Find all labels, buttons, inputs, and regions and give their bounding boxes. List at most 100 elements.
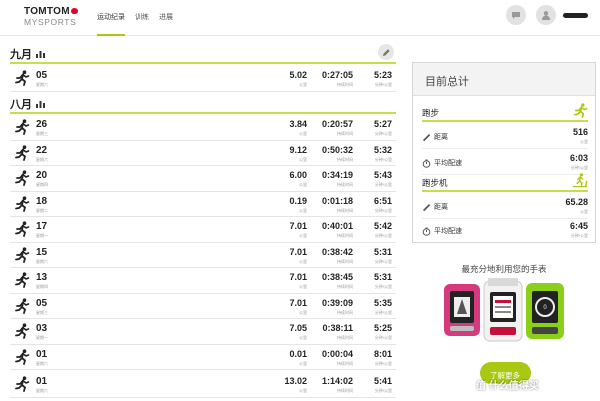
activity-duration: 1:14:02: [321, 376, 353, 386]
running-pace-stat: 平均配速 6:03 分钟/公里: [422, 149, 588, 175]
nav-tab-training[interactable]: 训练: [135, 0, 149, 36]
distance-unit: 公里: [299, 131, 307, 136]
activity-row[interactable]: 03 星期一 7.05 公里 0:38:11 持续时间 5:25 分钟/公里: [10, 319, 396, 345]
pace-unit: 分钟/公里: [374, 388, 392, 393]
bar-chart-icon[interactable]: [36, 50, 45, 58]
activity-day: 15: [36, 246, 48, 258]
activity-weekday: 星期六: [36, 388, 48, 393]
messages-button[interactable]: [506, 5, 526, 25]
section-divider: [422, 120, 588, 122]
running-section-label: 跑步: [422, 108, 440, 118]
activity-day: 05: [36, 297, 48, 309]
distance-unit: 公里: [299, 309, 307, 315]
running-icon: [15, 323, 30, 339]
bar-chart-icon[interactable]: [36, 100, 45, 108]
activity-row[interactable]: 26 星期三 3.84 公里 0:20:57 持续时间 5:27 分钟/公里: [10, 115, 396, 141]
ruler-icon: [423, 133, 431, 141]
activity-duration: 0:00:04: [321, 348, 353, 359]
activity-row[interactable]: 17 星期一 7.01 公里 0:40:01 持续时间 5:42 分钟/公里: [10, 217, 396, 243]
activity-row[interactable]: 01 星期六 13.02 公里 1:14:02 持续时间 5:41 分钟/公里: [10, 372, 396, 398]
activity-distance: 7.01: [289, 246, 307, 257]
activity-row[interactable]: 15 星期六 7.01 公里 0:38:42 持续时间 5:31 分钟/公里: [10, 243, 396, 268]
activity-duration: 0:38:11: [322, 323, 353, 333]
activity-pace: 5:27: [373, 119, 392, 129]
pace-unit: 分钟/公里: [374, 309, 392, 315]
activity-duration: 0:34:19: [321, 170, 353, 180]
activity-distance: 13.02: [284, 376, 307, 386]
activity-pace: 5:35: [373, 297, 392, 308]
activity-row[interactable]: 20 星期四 6.00 公里 0:34:19 持续时间 5:43 分钟/公里: [10, 166, 396, 192]
duration-unit: 持续时间: [337, 207, 353, 213]
totals-panel: 目前总计 跑步 距离 516 公里 平均配速 6:03 分钟/公里 跑步机 距离…: [412, 62, 596, 243]
activity-weekday: 星期六: [36, 360, 48, 366]
distance-unit: 公里: [299, 335, 307, 340]
running-icon: [15, 144, 30, 161]
distance-unit: 公里: [299, 207, 307, 213]
running-distance-value: 516: [572, 127, 588, 137]
watermark-text: 值 什么值得买: [476, 381, 539, 392]
distance-unit: 公里: [299, 258, 307, 264]
duration-unit: 持续时间: [337, 309, 353, 315]
activity-distance: 6.00: [289, 170, 307, 180]
tomtom-logo[interactable]: TOMTOM MYSPORTS: [24, 6, 78, 27]
activity-distance: 0.19: [289, 195, 307, 206]
activity-weekday: 星期三: [36, 131, 48, 136]
activity-distance: 7.01: [289, 272, 307, 282]
pace-label: 平均配速: [434, 228, 462, 235]
activity-duration: 0:50:32: [321, 144, 353, 155]
duration-unit: 持续时间: [337, 82, 353, 87]
pace-unit: 分钟/公里: [374, 131, 392, 136]
user-avatar-button[interactable]: [536, 5, 556, 25]
pencil-icon: [382, 48, 390, 56]
edit-button[interactable]: [378, 44, 394, 60]
pace-unit: 分钟/公里: [374, 360, 392, 366]
nav-tab-progress[interactable]: 进展: [159, 0, 173, 36]
activity-weekday: 星期二: [36, 207, 48, 213]
stat-label: 距离: [422, 202, 448, 212]
user-icon: [542, 11, 550, 20]
watches-image: 0: [444, 278, 564, 342]
activity-weekday: 星期四: [36, 182, 48, 187]
activity-day: 03: [36, 323, 48, 334]
treadmill-section-heading: 跑步机: [422, 173, 588, 189]
distance-label: 距离: [434, 134, 448, 141]
month-label: 八月: [10, 99, 32, 111]
duration-unit: 持续时间: [337, 258, 353, 264]
activity-day: 01: [36, 348, 48, 360]
activity-weekday: 星期一: [36, 233, 48, 238]
distance-unit: 公里: [299, 82, 307, 87]
month-divider: [10, 112, 396, 114]
stat-label: 平均配速: [422, 158, 462, 168]
activity-distance: 3.84: [289, 119, 307, 129]
running-icon: [574, 103, 588, 118]
activity-day: 01: [36, 376, 48, 387]
treadmill-icon: [572, 173, 588, 188]
activity-row[interactable]: 05 星期三 7.01 公里 0:39:09 持续时间 5:35 分钟/公里: [10, 294, 396, 319]
distance-unit: 公里: [580, 139, 588, 144]
activity-pace: 5:23: [373, 70, 392, 80]
pace-unit: 分钟/公里: [374, 284, 392, 289]
activity-row[interactable]: 18 星期二 0.19 公里 0:01:18 持续时间 6:51 分钟/公里: [10, 192, 396, 217]
activity-row[interactable]: 05 星期六 5.02 公里 0:27:05 持续时间 5:23 分钟/公里: [10, 66, 396, 92]
activity-pace: 5:43: [373, 170, 392, 180]
logo-heart-icon: [70, 8, 78, 14]
activity-row[interactable]: 01 星期六 0.01 公里 0:00:04 持续时间 8:01 分钟/公里: [10, 345, 396, 370]
nav-tab-activities[interactable]: 运动纪录: [97, 0, 125, 36]
running-icon: [15, 221, 30, 237]
pace-unit: 分钟/公里: [570, 233, 588, 238]
activity-pace: 5:32: [373, 144, 392, 155]
distance-unit: 公里: [299, 284, 307, 289]
duration-unit: 持续时间: [337, 233, 353, 238]
activity-distance: 9.12: [289, 144, 307, 155]
activity-row[interactable]: 13 星期四 7.01 公里 0:38:45 持续时间 5:31 分钟/公里: [10, 268, 396, 294]
pace-unit: 分钟/公里: [374, 258, 392, 264]
activity-pace: 5:41: [373, 376, 392, 386]
activity-row[interactable]: 22 星期六 9.12 公里 0:50:32 持续时间 5:32 分钟/公里: [10, 141, 396, 166]
treadmill-pace-value: 6:45: [569, 221, 588, 231]
distance-label: 距离: [434, 204, 448, 211]
activity-distance: 7.05: [289, 323, 307, 333]
duration-unit: 持续时间: [337, 182, 353, 187]
activity-weekday: 星期六: [36, 258, 48, 264]
promo-text: 最充分地利用您的手表: [461, 264, 547, 274]
page: TOMTOM MYSPORTS 运动纪录 训练 进展 九月 八月 05 星期六 …: [0, 0, 600, 401]
